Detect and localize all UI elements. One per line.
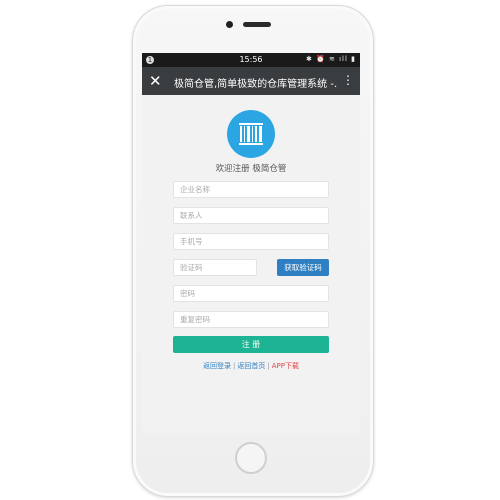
welcome-text: 欢迎注册 极简仓管 [215, 164, 287, 174]
close-icon[interactable]: ✕ [149, 72, 162, 90]
page-title: 极简仓管,简单极致的仓库管理系统 -... [174, 79, 338, 90]
footer-links: 返回登录 | 返回首页 | APP下载 [142, 361, 360, 371]
get-code-button[interactable]: 获取验证码 [277, 259, 329, 276]
app-download-link[interactable]: APP下载 [272, 362, 299, 370]
phone-number-input[interactable] [173, 233, 329, 250]
contact-person-input[interactable] [173, 207, 329, 224]
front-camera [226, 21, 233, 28]
back-to-login-link[interactable]: 返回登录 [203, 362, 231, 370]
earpiece-speaker [243, 22, 271, 27]
password-input[interactable] [173, 285, 329, 302]
phone-screen: 1 15:56 ✱ ⏰ ≋ ıll ▮ ✕ 极简仓管,简单极致的仓库管理系统 -… [142, 53, 360, 433]
status-bar: 1 15:56 ✱ ⏰ ≋ ıll ▮ [142, 53, 360, 67]
register-button[interactable]: 注 册 [173, 336, 329, 353]
verification-code-input[interactable] [173, 259, 257, 276]
link-separator: | [267, 362, 270, 370]
company-name-input[interactable] [173, 181, 329, 198]
barcode-icon [227, 110, 275, 158]
back-to-home-link[interactable]: 返回首页 [237, 362, 265, 370]
more-menu-icon[interactable]: ⋮ [342, 74, 354, 86]
repeat-password-input[interactable] [173, 311, 329, 328]
title-bar: ✕ 极简仓管,简单极致的仓库管理系统 -... ⋮ [142, 67, 360, 95]
home-button[interactable] [235, 442, 267, 474]
status-icons: ✱ ⏰ ≋ ıll ▮ [305, 55, 356, 63]
link-separator: | [233, 362, 236, 370]
